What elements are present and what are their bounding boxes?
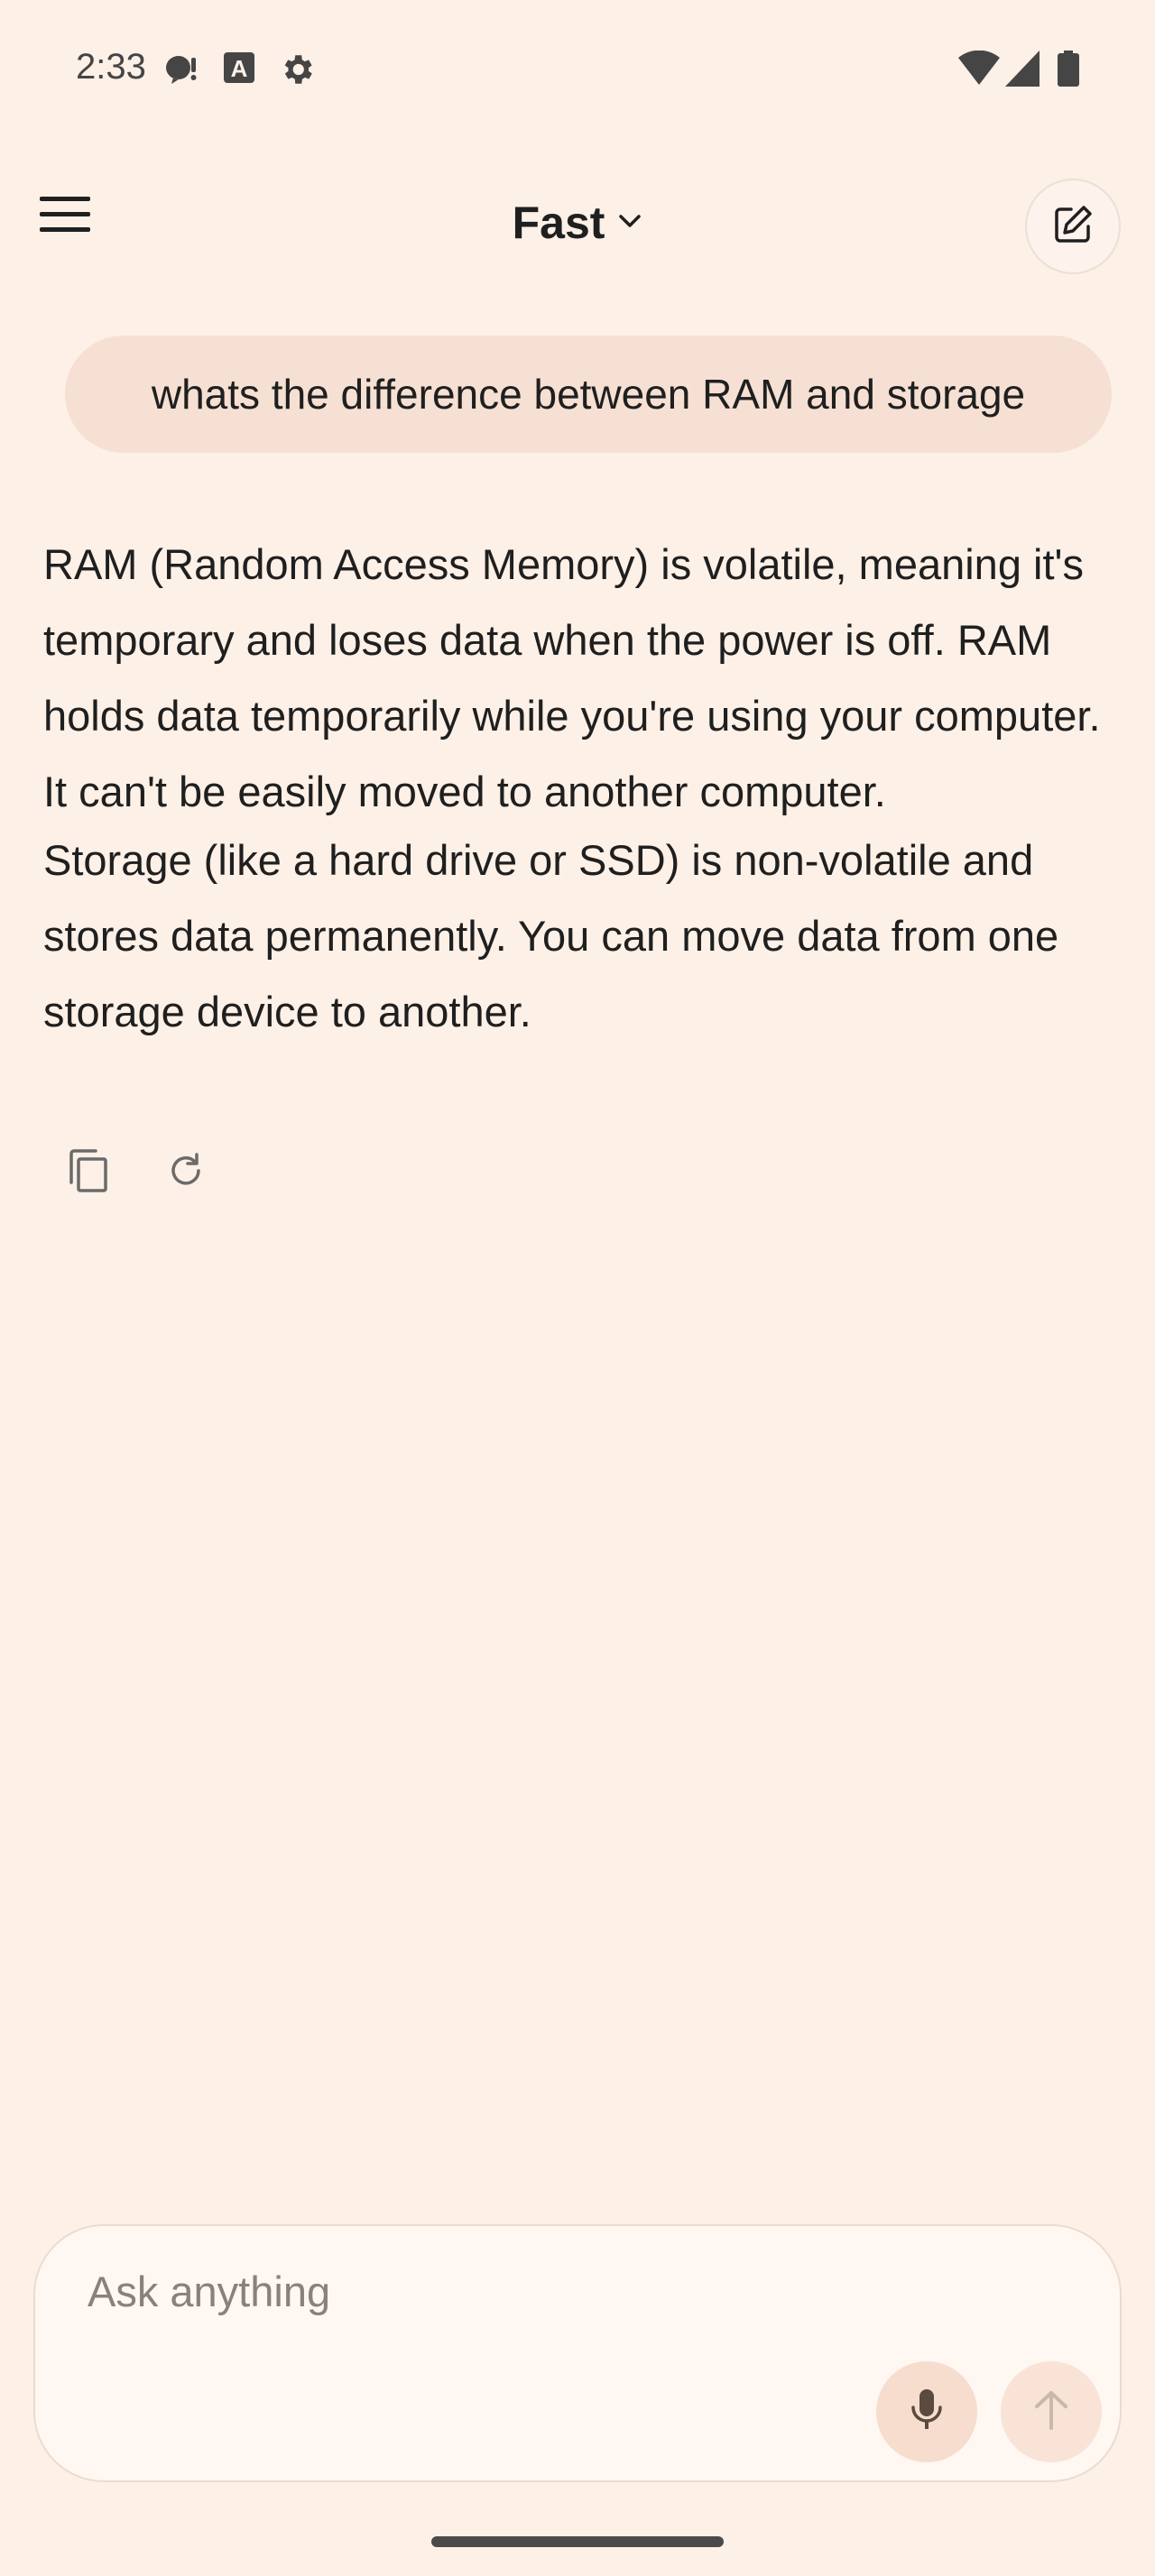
home-indicator[interactable] bbox=[431, 2536, 724, 2547]
battery-icon bbox=[1058, 51, 1079, 91]
voice-input-button[interactable] bbox=[876, 2361, 977, 2462]
composer bbox=[33, 2224, 1122, 2482]
message-input[interactable] bbox=[88, 2262, 900, 2320]
user-message-bubble: whats the difference between RAM and sto… bbox=[65, 336, 1112, 453]
assistant-response: RAM (Random Access Memory) is volatile, … bbox=[43, 527, 1117, 1050]
regenerate-icon bbox=[166, 1151, 206, 1195]
wifi-icon bbox=[958, 50, 1000, 91]
new-chat-button[interactable] bbox=[1025, 179, 1121, 274]
settings-gear-icon bbox=[278, 51, 316, 93]
svg-text:A: A bbox=[231, 55, 248, 82]
model-picker[interactable]: Fast bbox=[0, 197, 1155, 249]
app-header: Fast bbox=[0, 171, 1155, 280]
app-screen: 2:33 A Fast whats the difference between… bbox=[0, 0, 1155, 2576]
send-button[interactable] bbox=[1001, 2361, 1102, 2462]
microphone-icon bbox=[909, 2387, 945, 2437]
regenerate-button[interactable] bbox=[157, 1144, 215, 1201]
chat-bubble-icon bbox=[161, 51, 199, 93]
edit-pencil-icon bbox=[1051, 203, 1095, 251]
assistant-paragraph: Storage (like a hard drive or SSD) is no… bbox=[43, 836, 1059, 1035]
assistant-paragraph: RAM (Random Access Memory) is volatile, … bbox=[43, 540, 1101, 815]
copy-icon bbox=[68, 1148, 109, 1198]
copy-button[interactable] bbox=[60, 1144, 117, 1201]
status-time: 2:33 bbox=[76, 47, 146, 87]
cell-signal-icon bbox=[1005, 51, 1040, 91]
chevron-down-icon bbox=[617, 212, 642, 235]
user-message-text: whats the difference between RAM and sto… bbox=[151, 371, 1026, 418]
arrow-up-icon bbox=[1031, 2388, 1071, 2436]
model-name: Fast bbox=[512, 198, 605, 248]
font-a-icon: A bbox=[222, 51, 256, 89]
status-bar: 2:33 A bbox=[0, 0, 1155, 135]
